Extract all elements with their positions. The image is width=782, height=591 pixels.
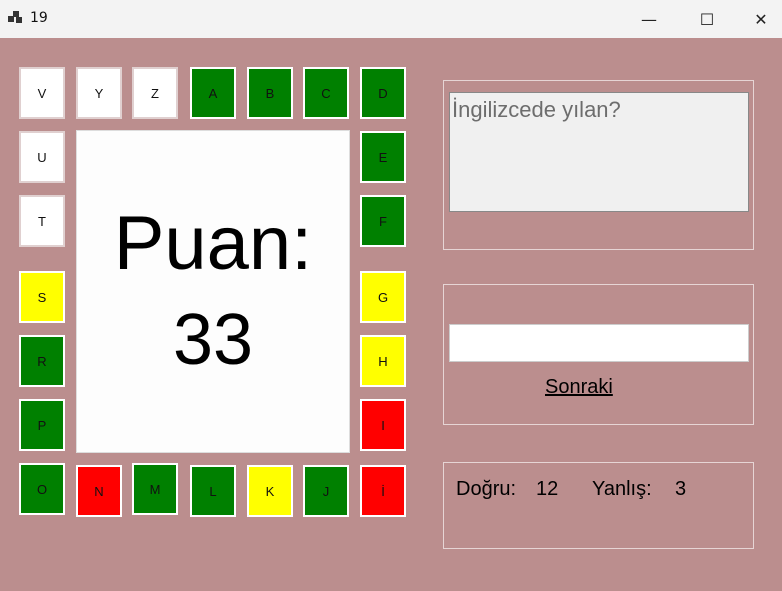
stats-group	[443, 462, 754, 549]
app-icon	[8, 11, 22, 25]
close-button[interactable]: ✕	[738, 0, 782, 38]
maximize-icon: ☐	[699, 9, 715, 29]
correct-value: 12	[536, 478, 559, 500]
score-label: Puan:	[113, 200, 313, 286]
letter-cell[interactable]: İ	[360, 465, 406, 517]
letter-cell[interactable]: S	[19, 271, 65, 323]
letter-cell[interactable]: A	[190, 67, 236, 119]
letter-cell[interactable]: I	[360, 399, 406, 451]
letter-cell[interactable]: C	[303, 67, 349, 119]
correct-label: Doğru:	[456, 478, 517, 500]
letter-cell[interactable]: F	[360, 195, 406, 247]
letter-cell[interactable]: M	[132, 463, 178, 515]
letter-cell[interactable]: D	[360, 67, 406, 119]
close-icon: ✕	[754, 9, 768, 29]
wrong-value: 3	[675, 478, 687, 500]
answer-input[interactable]	[449, 324, 749, 362]
minimize-icon: —	[641, 9, 657, 29]
letter-cell[interactable]: R	[19, 335, 65, 387]
letter-cell[interactable]: U	[19, 131, 65, 183]
maximize-button[interactable]: ☐	[684, 0, 730, 38]
score-value: 33	[172, 299, 254, 380]
letter-cell[interactable]: H	[360, 335, 406, 387]
wrong-label: Yanlış:	[592, 478, 652, 500]
next-button[interactable]: Sonraki	[545, 376, 613, 399]
letter-cell[interactable]: K	[247, 465, 293, 517]
minimize-button[interactable]: —	[626, 0, 672, 38]
question-box: İngilizcede yılan?	[449, 92, 749, 212]
letter-cell[interactable]: O	[19, 463, 65, 515]
letter-cell[interactable]: T	[19, 195, 65, 247]
title-bar: 19 — ☐ ✕	[0, 0, 782, 38]
letter-cell[interactable]: Y	[76, 67, 122, 119]
letter-cell[interactable]: N	[76, 465, 122, 517]
window-title: 19	[30, 10, 48, 26]
game-area: ABCDEFGHIİJKLMNOPRSTUVYZ Puan: 33 İngili…	[0, 38, 782, 591]
letter-cell[interactable]: L	[190, 465, 236, 517]
letter-cell[interactable]: G	[360, 271, 406, 323]
score-panel: Puan: 33	[76, 130, 350, 453]
letter-cell[interactable]: P	[19, 399, 65, 451]
letter-cell[interactable]: B	[247, 67, 293, 119]
letter-cell[interactable]: J	[303, 465, 349, 517]
letter-cell[interactable]: E	[360, 131, 406, 183]
letter-cell[interactable]: Z	[132, 67, 178, 119]
letter-cell[interactable]: V	[19, 67, 65, 119]
